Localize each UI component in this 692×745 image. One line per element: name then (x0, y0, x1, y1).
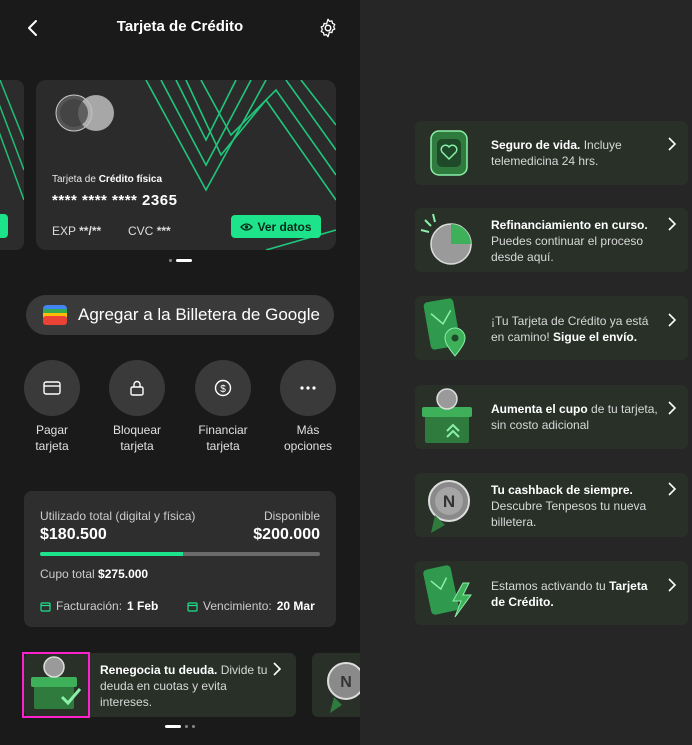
highlight-box (22, 652, 90, 718)
card-bolt-icon (423, 565, 472, 618)
chevron-right-icon (668, 137, 677, 151)
watch-heart-icon (430, 130, 468, 176)
more-icon (300, 386, 316, 390)
card-number: **** **** **** 2365 (52, 192, 178, 209)
card-exp: EXP **/** (52, 224, 102, 238)
usage-progress-bar (40, 552, 320, 556)
google-wallet-icon (43, 305, 67, 325)
settings-gear-icon[interactable] (317, 17, 339, 39)
promo-banner-list: Seguro de vida. Incluye telemedicina 24 … (360, 0, 692, 745)
cupo-total: Cupo total $275.000 (40, 567, 149, 581)
chevron-right-icon (668, 217, 677, 231)
box-coin-icon (422, 388, 472, 443)
mas-opciones-action[interactable]: Más opciones (268, 360, 348, 454)
promo-seguro-vida[interactable]: Seguro de vida. Incluye telemedicina 24 … (415, 121, 688, 185)
banner-carousel-dots (165, 725, 195, 728)
ver-datos-button[interactable]: Ver datos (231, 215, 321, 238)
card-type-label: Tarjeta de Crédito física (52, 174, 163, 185)
coin-icon: N (428, 480, 470, 533)
promo-refinanciamiento[interactable]: Refinanciamiento en curso. Puedes contin… (415, 208, 688, 272)
chevron-right-icon (668, 578, 677, 592)
chevron-right-icon (668, 482, 677, 496)
svg-text:$: $ (220, 384, 226, 395)
card-carousel-dots (169, 259, 192, 262)
financiar-tarjeta-action[interactable]: $ Financiar tarjeta (183, 360, 263, 454)
chevron-right-icon (273, 662, 282, 676)
credit-usage-panel: Utilizado total (digital y física) Dispo… (24, 491, 336, 627)
add-to-google-wallet-button[interactable]: Agregar a la Billetera de Google (26, 295, 334, 335)
card-brand-logo (55, 94, 114, 132)
card-icon (43, 381, 61, 395)
chevron-right-icon (668, 401, 677, 415)
credit-card-screen: Tarjeta de Crédito Tarjeta de Crédito fí… (0, 0, 360, 745)
usage-progress-fill (40, 552, 183, 556)
previous-card-button-peek (0, 214, 8, 238)
used-label: Utilizado total (digital y física) (40, 509, 196, 523)
coin-icon: N (327, 662, 360, 713)
available-label: Disponible (263, 509, 320, 523)
pie-chart-icon (420, 213, 472, 265)
svg-text:N: N (443, 492, 455, 511)
card-cvc: CVC *** (128, 224, 171, 238)
credit-card[interactable]: Tarjeta de Crédito física **** **** ****… (36, 80, 336, 250)
chevron-right-icon (668, 313, 677, 327)
renegocia-text: Renegocia tu deuda. Divide tu deuda en c… (100, 663, 268, 709)
pagar-tarjeta-action[interactable]: Pagar tarjeta (12, 360, 92, 454)
page-title: Tarjeta de Crédito (116, 18, 244, 35)
available-value: $200.000 (253, 526, 320, 543)
facturacion-date: Facturación: 1 Feb (40, 599, 158, 613)
calendar-icon (40, 601, 51, 612)
dollar-icon: $ (214, 379, 232, 397)
eye-icon (240, 222, 254, 231)
promo-aumenta-cupo[interactable]: Aumenta el cupo de tu tarjeta, sin costo… (415, 385, 688, 449)
promo-cashback[interactable]: N Tu cashback de siempre. Descubre Tenpe… (415, 473, 688, 537)
card-location-icon (423, 298, 466, 357)
used-value: $180.500 (40, 526, 107, 543)
vencimiento-date: Vencimiento: 20 Mar (187, 599, 315, 613)
header: Tarjeta de Crédito (0, 0, 360, 56)
promo-tarjeta-envio[interactable]: ¡Tu Tarjeta de Crédito ya está en camino… (415, 296, 688, 360)
calendar-icon (187, 601, 198, 612)
lock-icon (130, 380, 144, 396)
bloquear-tarjeta-action[interactable]: Bloquear tarjeta (97, 360, 177, 454)
promo-activando-tarjeta[interactable]: Estamos activando tu Tarjeta de Crédito. (415, 561, 688, 625)
app-root: Tarjeta de Crédito Tarjeta de Crédito fí… (0, 0, 692, 745)
next-banner-peek[interactable]: N (312, 653, 360, 717)
svg-text:N: N (340, 674, 352, 691)
